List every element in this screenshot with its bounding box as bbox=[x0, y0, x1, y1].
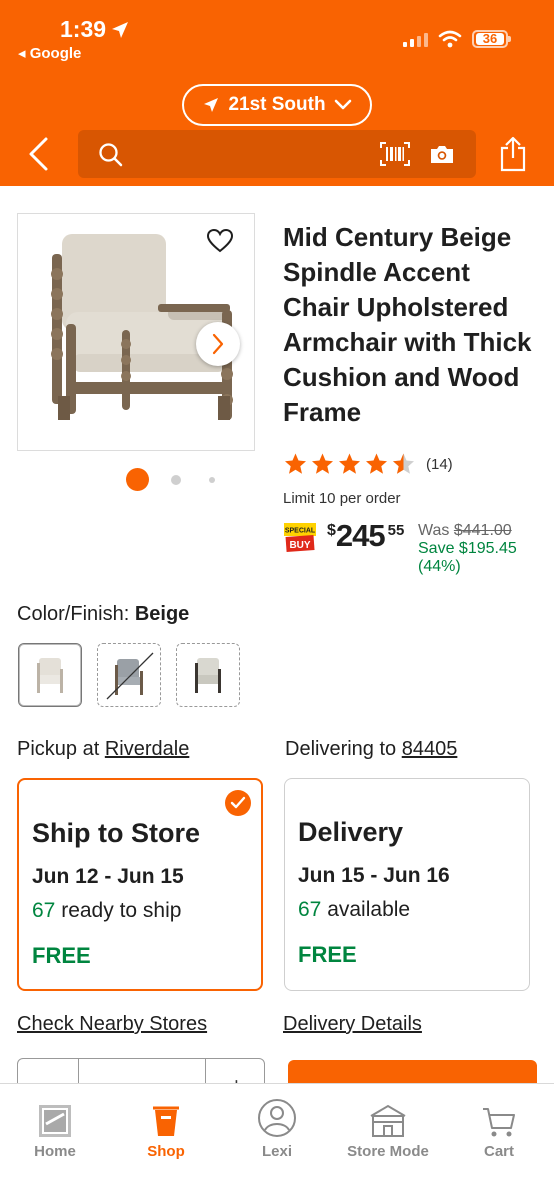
tab-home-label: Home bbox=[34, 1143, 76, 1160]
signal-icon bbox=[403, 31, 428, 47]
star-full-icon bbox=[339, 453, 360, 474]
badge-bottom-text: BUY bbox=[289, 540, 310, 551]
image-pagination bbox=[126, 468, 215, 491]
chair-thumbnail-grey bbox=[195, 658, 221, 693]
review-count[interactable]: (14) bbox=[426, 456, 453, 473]
storefront-icon bbox=[370, 1104, 406, 1137]
price-currency: $ bbox=[327, 522, 336, 539]
special-buy-badge-icon: SPECIAL BUY bbox=[284, 523, 316, 552]
wifi-icon bbox=[438, 30, 462, 48]
cart-icon bbox=[483, 1108, 515, 1137]
delivery-price: FREE bbox=[298, 942, 357, 967]
barcode-scan-icon[interactable] bbox=[380, 142, 410, 166]
ship-to-store-option[interactable]: Ship to Store Jun 12 - Jun 15 67 ready t… bbox=[17, 778, 263, 991]
back-arrow-icon[interactable] bbox=[26, 136, 54, 172]
selected-color: Beige bbox=[134, 603, 190, 625]
tab-store-mode[interactable]: Store Mode bbox=[333, 1084, 443, 1160]
save-percent: (44%) bbox=[418, 558, 461, 575]
location-arrow-icon bbox=[112, 21, 129, 38]
store-name: 21st South bbox=[228, 94, 326, 115]
delivery-dates: Jun 15 - Jun 16 bbox=[298, 864, 450, 887]
camera-icon[interactable] bbox=[429, 143, 455, 165]
location-arrow-icon bbox=[204, 98, 219, 112]
battery-icon: 36 bbox=[472, 30, 511, 48]
price: $ 245 55 bbox=[327, 518, 404, 554]
ship-to-store-title: Ship to Store bbox=[32, 818, 200, 848]
star-full-icon bbox=[366, 453, 387, 474]
price-cents: 55 bbox=[387, 522, 405, 539]
color-finish-label: Color/Finish: Beige bbox=[17, 603, 190, 625]
ship-to-store-stock: 67 ready to ship bbox=[32, 899, 182, 922]
was-price-value: $441.00 bbox=[453, 522, 512, 539]
tab-cart-label: Cart bbox=[483, 1143, 514, 1160]
pickup-store-link[interactable]: Riverdale bbox=[105, 738, 189, 760]
search-icon[interactable] bbox=[98, 142, 124, 168]
share-icon[interactable] bbox=[498, 136, 528, 172]
color-swatch-beige[interactable] bbox=[18, 643, 82, 707]
rating-stars[interactable]: (14) bbox=[283, 452, 453, 476]
delivery-option[interactable]: Delivery Jun 15 - Jun 16 67 available FR… bbox=[284, 778, 530, 991]
chair-thumbnail-grey-unavailable bbox=[106, 652, 154, 700]
tab-cart[interactable]: Cart bbox=[444, 1084, 554, 1160]
tab-home[interactable]: Home bbox=[0, 1084, 110, 1160]
tab-lexi[interactable]: Lexi bbox=[222, 1084, 332, 1160]
back-to-google[interactable]: ◂ Google bbox=[18, 44, 81, 62]
chair-thumbnail-beige bbox=[37, 658, 63, 693]
delivery-zip-link[interactable]: 84405 bbox=[402, 738, 458, 760]
search-input[interactable] bbox=[78, 130, 476, 178]
pickup-location: Pickup at Riverdale bbox=[17, 738, 190, 760]
star-half-icon bbox=[393, 453, 414, 474]
tab-lexi-label: Lexi bbox=[261, 1143, 292, 1160]
next-image-button[interactable] bbox=[196, 322, 240, 366]
star-full-icon bbox=[285, 453, 306, 474]
savings: Save $195.45 (44%) bbox=[418, 540, 517, 576]
purchase-limit: Limit 10 per order bbox=[283, 490, 401, 507]
favorite-heart-icon[interactable] bbox=[206, 228, 234, 254]
delivery-details-link[interactable]: Delivery Details bbox=[283, 1013, 422, 1036]
pagination-dot[interactable] bbox=[171, 474, 181, 485]
home-depot-logo-icon bbox=[39, 1105, 71, 1137]
star-full-icon bbox=[312, 453, 333, 474]
checkmark-icon bbox=[225, 790, 251, 816]
ship-to-store-dates: Jun 12 - Jun 15 bbox=[32, 865, 184, 888]
price-dollars: 245 bbox=[335, 518, 386, 553]
pagination-dot[interactable] bbox=[209, 476, 215, 483]
delivery-location: Delivering to 84405 bbox=[285, 738, 458, 760]
bottom-tab-bar: Home Shop Lexi Store Mode Cart bbox=[0, 1083, 554, 1200]
pagination-dot-active[interactable] bbox=[126, 468, 149, 491]
tab-shop[interactable]: Shop bbox=[111, 1084, 221, 1160]
shop-bucket-icon bbox=[153, 1106, 179, 1136]
person-icon bbox=[258, 1099, 296, 1137]
color-swatch-grey[interactable] bbox=[176, 643, 240, 707]
badge-top-text: SPECIAL bbox=[285, 528, 316, 535]
check-nearby-stores-link[interactable]: Check Nearby Stores bbox=[17, 1013, 207, 1036]
app-header: 1:39 ◂ Google 36 21st South bbox=[0, 0, 554, 186]
store-selector[interactable]: 21st South bbox=[182, 84, 372, 126]
tab-store-mode-label: Store Mode bbox=[347, 1143, 429, 1160]
product-title: Mid Century Beige Spindle Accent Chair U… bbox=[283, 222, 532, 427]
ship-to-store-price: FREE bbox=[32, 943, 91, 968]
was-price: Was $441.00 bbox=[418, 522, 512, 539]
status-time: 1:39 bbox=[60, 16, 130, 43]
delivery-title: Delivery bbox=[298, 817, 404, 847]
save-amount: Save $195.45 bbox=[418, 540, 517, 557]
status-icons: 36 bbox=[403, 30, 511, 48]
chevron-right-icon bbox=[212, 333, 224, 355]
color-swatch-grey-unavailable[interactable] bbox=[97, 643, 161, 707]
delivery-stock: 67 available bbox=[298, 898, 411, 921]
tab-shop-label: Shop bbox=[147, 1143, 185, 1160]
chevron-down-icon bbox=[334, 99, 351, 110]
